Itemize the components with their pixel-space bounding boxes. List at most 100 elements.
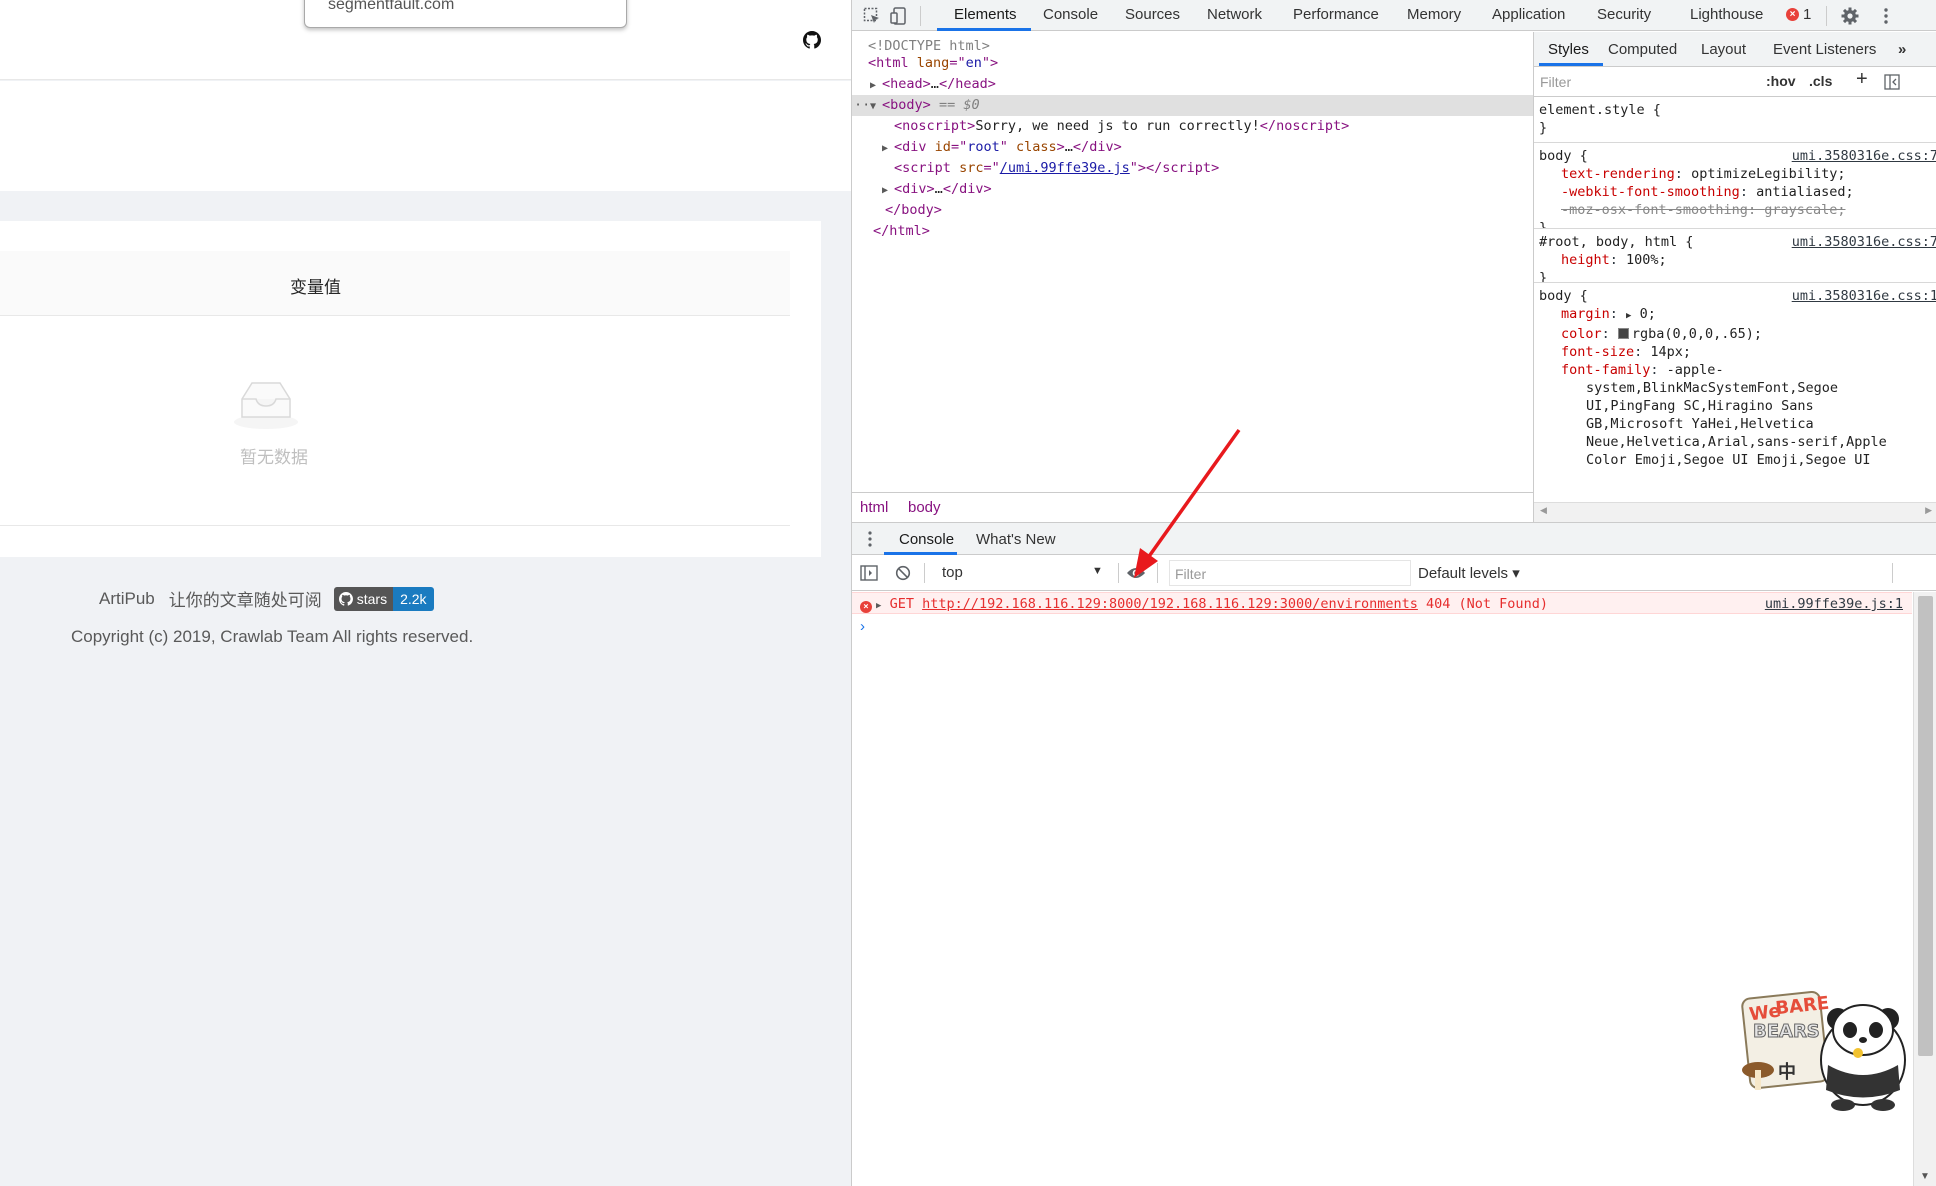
prop-value-continued: UI,PingFang SC,Hiragino Sans: [1586, 398, 1814, 414]
tab-memory[interactable]: Memory: [1407, 6, 1461, 23]
prop-value[interactable]: optimizeLegibility;: [1691, 166, 1845, 182]
expand-triangle-icon[interactable]: ▶: [870, 75, 882, 96]
error-url-link[interactable]: http://192.168.116.129:8000/192.168.116.…: [922, 596, 1418, 612]
expand-triangle-icon[interactable]: ▶: [882, 180, 894, 201]
github-icon[interactable]: [803, 31, 821, 49]
chevron-down-icon[interactable]: ▼: [1092, 565, 1103, 577]
more-tabs-chevron-icon[interactable]: »: [1898, 41, 1906, 58]
tab-security[interactable]: Security: [1597, 6, 1651, 23]
error-source-link[interactable]: umi.99ffe39e.js:1: [1765, 596, 1903, 612]
prop-name[interactable]: font-size: [1561, 344, 1634, 360]
script-src-link[interactable]: /umi.99ffe39e.js: [1000, 160, 1130, 176]
dom-body-close[interactable]: </body>: [885, 200, 942, 221]
footer-copyright: Copyright (c) 2019, Crawlab Team All rig…: [71, 627, 474, 646]
live-expression-eye-icon[interactable]: [1126, 566, 1146, 580]
clear-console-icon[interactable]: [895, 565, 911, 581]
toolbar-separator: [920, 6, 921, 26]
expand-shorthand-icon[interactable]: ▶: [1626, 311, 1631, 321]
prop-name[interactable]: color: [1561, 326, 1602, 342]
styles-filter-input[interactable]: Filter: [1540, 74, 1571, 90]
prop-value[interactable]: 14px;: [1650, 344, 1691, 360]
scroll-right-icon[interactable]: ▶: [1925, 505, 1932, 516]
toolbar-separator: [1826, 6, 1827, 26]
rule-source-link[interactable]: umi.3580316e.css:7: [1792, 233, 1936, 251]
breadcrumb-body[interactable]: body: [908, 499, 941, 516]
show-sidebar-icon[interactable]: [860, 565, 878, 581]
tab-application[interactable]: Application: [1492, 6, 1565, 23]
error-counter[interactable]: × 1: [1786, 6, 1811, 23]
footer-brand[interactable]: ArtiPub: [99, 589, 155, 609]
toggle-sidebar-icon[interactable]: [1884, 74, 1900, 90]
tab-sources[interactable]: Sources: [1125, 6, 1180, 23]
style-rule-root[interactable]: #root, body, html { umi.3580316e.css:7 h…: [1534, 229, 1936, 283]
tab-network[interactable]: Network: [1207, 6, 1262, 23]
style-rule-element[interactable]: element.style { }: [1534, 97, 1936, 143]
tag-name: head: [890, 76, 923, 92]
color-swatch[interactable]: [1617, 328, 1629, 339]
tab-console[interactable]: Console: [1043, 6, 1098, 23]
prop-value[interactable]: grayscale;: [1764, 202, 1845, 218]
prop-value[interactable]: antialiased;: [1756, 184, 1854, 200]
hov-toggle[interactable]: :hov: [1766, 73, 1796, 89]
tab-computed[interactable]: Computed: [1608, 41, 1677, 58]
horizontal-scrollbar[interactable]: ◀ ▶: [1534, 502, 1936, 522]
attr-value: root: [967, 139, 1000, 155]
prop-name[interactable]: -webkit-font-smoothing: [1561, 184, 1740, 200]
tag-name: div: [1089, 139, 1114, 155]
expand-triangle-icon[interactable]: ▶: [882, 138, 894, 159]
console-filter-input[interactable]: Filter: [1169, 560, 1411, 586]
empty-text: 暂无数据: [240, 448, 308, 467]
dom-div[interactable]: ▶ <div>…</div>: [882, 179, 992, 201]
doctype-text: <!DOCTYPE html>: [868, 38, 990, 54]
styles-tabbar: Styles Computed Layout Event Listeners »: [1534, 32, 1936, 67]
more-options-icon[interactable]: [1876, 6, 1896, 26]
tab-layout[interactable]: Layout: [1701, 41, 1746, 58]
github-stars-badge[interactable]: stars 2.2k: [333, 586, 434, 611]
prop-name[interactable]: font-family: [1561, 362, 1650, 378]
tab-event-listeners[interactable]: Event Listeners: [1773, 41, 1876, 58]
tab-elements[interactable]: Elements: [954, 6, 1017, 23]
drawer-tab-whats-new[interactable]: What's New: [976, 531, 1056, 548]
scroll-down-icon[interactable]: ▼: [1920, 1171, 1930, 1182]
style-rule-body-1[interactable]: body { umi.3580316e.css:7 text-rendering…: [1534, 143, 1936, 229]
url-suggestion-popup[interactable]: segmentfault.com: [304, 0, 627, 28]
collapse-triangle-icon[interactable]: ▼: [870, 96, 882, 117]
dom-head[interactable]: ▶ <head>…</head>: [870, 74, 996, 96]
tab-styles[interactable]: Styles: [1548, 41, 1589, 58]
context-selector[interactable]: top: [942, 564, 963, 581]
tab-performance[interactable]: Performance: [1293, 6, 1379, 23]
new-rule-icon[interactable]: +: [1856, 68, 1868, 91]
log-levels-dropdown[interactable]: Default levels ▾: [1418, 564, 1520, 582]
tab-lighthouse[interactable]: Lighthouse: [1690, 6, 1763, 23]
console-scrollbar[interactable]: ▼: [1913, 592, 1936, 1186]
prop-name[interactable]: margin: [1561, 306, 1610, 322]
prop-value[interactable]: -apple-: [1667, 362, 1724, 378]
prop-value[interactable]: rgba(0,0,0,.65);: [1632, 326, 1762, 342]
prop-value[interactable]: 100%;: [1626, 252, 1667, 268]
drawer-menu-icon[interactable]: [868, 530, 872, 548]
console-error-message[interactable]: × ▶ GET http://192.168.116.129:8000/192.…: [852, 592, 1912, 614]
breadcrumb-html[interactable]: html: [860, 499, 888, 516]
dom-html-close[interactable]: </html>: [873, 221, 930, 242]
drawer-tab-console[interactable]: Console: [899, 531, 954, 548]
prop-name[interactable]: text-rendering: [1561, 166, 1675, 182]
dom-script[interactable]: <script src="/umi.99ffe39e.js"></script>: [894, 158, 1219, 179]
rule-source-link[interactable]: umi.3580316e.css:1: [1792, 287, 1936, 305]
dom-noscript[interactable]: <noscript>Sorry, we need js to run corre…: [894, 116, 1349, 137]
dom-div-root[interactable]: ▶ <div id="root" class>…</div>: [882, 137, 1122, 159]
prop-value[interactable]: 0;: [1640, 306, 1656, 322]
prop-name[interactable]: -moz-osx-font-smoothing: [1561, 202, 1748, 218]
dom-html-open[interactable]: <html lang="en">: [868, 53, 998, 74]
scroll-left-icon[interactable]: ◀: [1540, 505, 1547, 516]
prop-name[interactable]: height: [1561, 252, 1610, 268]
console-prompt[interactable]: ›: [860, 618, 865, 635]
device-toolbar-icon[interactable]: [889, 6, 909, 26]
inspect-element-icon[interactable]: [862, 6, 882, 26]
style-rule-body-2[interactable]: body { umi.3580316e.css:1 margin: ▶ 0; c…: [1534, 283, 1936, 502]
expand-triangle-icon[interactable]: ▶: [876, 601, 881, 611]
dom-body-selected[interactable]: ··· ▼ <body> == $0: [852, 95, 1533, 116]
gear-icon[interactable]: [1840, 6, 1860, 26]
cls-toggle[interactable]: .cls: [1809, 73, 1832, 89]
rule-source-link[interactable]: umi.3580316e.css:7: [1792, 147, 1936, 165]
scrollbar-thumb[interactable]: [1918, 596, 1933, 1056]
